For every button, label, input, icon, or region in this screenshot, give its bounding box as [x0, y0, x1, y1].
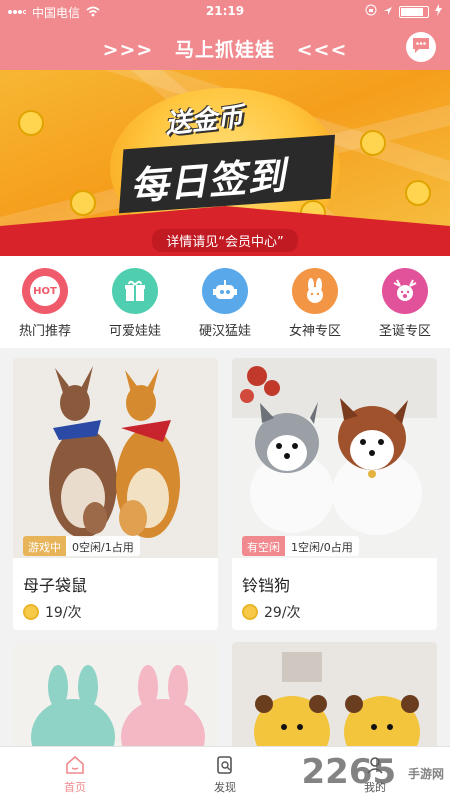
- category-label: 圣诞专区: [378, 324, 431, 339]
- banner-caption: 详情请见“会员中心”: [152, 229, 298, 252]
- category-cute[interactable]: 可爱娃娃: [93, 268, 177, 348]
- product-card[interactable]: [232, 642, 437, 762]
- gift-icon: [112, 268, 158, 314]
- tab-home[interactable]: 首页: [30, 747, 120, 800]
- category-label: 热门推荐: [18, 324, 71, 339]
- availability-badge: 有空闲 1空闲/0占用: [242, 536, 359, 556]
- category-christmas[interactable]: 圣诞专区: [363, 268, 447, 348]
- status-bar: 中国电信 21:19: [0, 0, 450, 24]
- banner-subheadline: 每日签到: [128, 153, 288, 209]
- reindeer-icon: [382, 268, 428, 314]
- chat-bubble-icon: [411, 36, 431, 58]
- message-button[interactable]: [406, 32, 436, 62]
- occupancy-text: 0空闲/1占用: [66, 536, 140, 556]
- title-arrows-right: <<<: [296, 39, 348, 61]
- title-text: 马上抓娃娃: [174, 39, 275, 61]
- product-name: 母子袋鼠: [23, 576, 88, 595]
- title-arrows-left: >>>: [102, 39, 154, 61]
- rabbit-icon: [292, 268, 338, 314]
- product-image: [232, 358, 437, 558]
- product-card[interactable]: 有空闲 1空闲/0占用 铃铛狗 29/次: [232, 358, 437, 630]
- kangaroo-plush-image: [13, 358, 218, 558]
- product-card[interactable]: [13, 642, 218, 762]
- hot-icon: HOT: [22, 268, 68, 314]
- coin-icon: [242, 604, 258, 620]
- category-label: 女神专区: [288, 324, 341, 339]
- bear-plush-image: [232, 642, 437, 762]
- robot-icon: [202, 268, 248, 314]
- category-row: HOT 热门推荐 可爱娃娃 硬汉猛娃 女神专区 圣诞专区: [0, 256, 450, 348]
- price-text: 29/次: [264, 605, 301, 621]
- category-tough[interactable]: 硬汉猛娃: [183, 268, 267, 348]
- category-label: 硬汉猛娃: [198, 324, 251, 339]
- page-title: >>> 马上抓娃娃 <<<: [0, 35, 450, 62]
- availability-badge: 游戏中 0空闲/1占用: [23, 536, 140, 556]
- product-card[interactable]: 游戏中 0空闲/1占用 母子袋鼠 19/次: [13, 358, 218, 630]
- battery-icon: [399, 5, 429, 18]
- occupancy-text: 1空闲/0占用: [285, 536, 359, 556]
- lock-rotation-icon: [365, 4, 377, 19]
- status-badge: 有空闲: [242, 536, 285, 556]
- category-label: 可爱娃娃: [108, 324, 161, 339]
- location-icon: [383, 5, 393, 19]
- tab-label: 首页: [64, 781, 86, 794]
- product-grid: 游戏中 0空闲/1占用 母子袋鼠 19/次 有空闲 1空闲/0占用 铃铛狗 29…: [13, 358, 437, 762]
- bunny-plush-image: [13, 642, 218, 762]
- product-image: [13, 358, 218, 558]
- product-price: 19/次: [23, 602, 82, 622]
- title-bar: >>> 马上抓娃娃 <<<: [0, 24, 450, 70]
- home-icon: [66, 755, 84, 774]
- watermark-logo: 2265 手游网: [302, 752, 445, 792]
- watermark-text: 2265: [301, 752, 397, 792]
- charging-icon: [435, 4, 442, 19]
- tab-discover[interactable]: 发现: [180, 747, 270, 800]
- status-badge: 游戏中: [23, 536, 66, 556]
- price-text: 19/次: [45, 605, 82, 621]
- category-hot[interactable]: HOT 热门推荐: [3, 268, 87, 348]
- tab-label: 发现: [214, 781, 236, 794]
- category-goddess[interactable]: 女神专区: [273, 268, 357, 348]
- product-price: 29/次: [242, 602, 301, 622]
- husky-plush-image: [232, 358, 437, 558]
- watermark-sub: 手游网: [407, 767, 444, 781]
- discover-icon: [217, 756, 232, 774]
- coin-icon: [23, 604, 39, 620]
- promo-banner[interactable]: 送金币 每日签到 详情请见“会员中心”: [0, 70, 450, 256]
- product-name: 铃铛狗: [242, 576, 291, 595]
